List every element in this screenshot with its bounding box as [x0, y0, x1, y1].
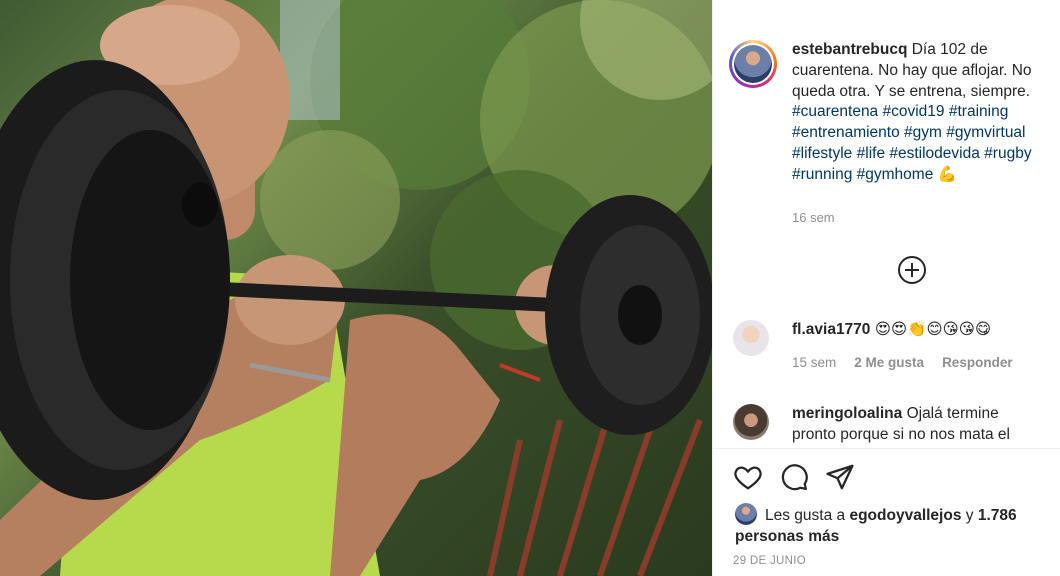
- likes-summary: Les gusta a egodoyvallejos y 1.786 perso…: [735, 503, 1055, 547]
- comment-body: fl.avia1770 😍😍👏😊😘😘😋: [792, 320, 1013, 341]
- commenter-username[interactable]: fl.avia1770: [792, 321, 870, 338]
- author-username[interactable]: estebantrebucq: [792, 41, 907, 58]
- commenter-avatar[interactable]: [733, 404, 769, 440]
- hashtag[interactable]: #cuarentena: [792, 103, 878, 120]
- hashtag[interactable]: #gym: [904, 124, 942, 141]
- hashtag[interactable]: #gymvirtual: [946, 124, 1025, 141]
- caption: estebantrebucq Día 102 de cuarentena. No…: [729, 40, 1059, 186]
- reply-button[interactable]: Responder: [942, 355, 1013, 370]
- author-avatar-image: [734, 45, 772, 83]
- liker-avatar[interactable]: [735, 503, 757, 525]
- hashtag[interactable]: #rugby: [984, 145, 1031, 162]
- comment-icon[interactable]: [779, 462, 809, 492]
- share-icon[interactable]: [825, 462, 855, 492]
- hashtag[interactable]: #gymhome: [857, 166, 934, 183]
- caption-timestamp[interactable]: 16 sem: [792, 210, 835, 225]
- commenter-username[interactable]: meringoloalina: [792, 405, 902, 422]
- post-date[interactable]: 29 DE JUNIO: [733, 555, 806, 567]
- liker-username[interactable]: egodoyvallejos: [849, 507, 961, 524]
- post-photo[interactable]: [0, 0, 712, 576]
- likes-prefix: Les gusta a: [765, 507, 846, 524]
- action-icons: [733, 462, 855, 492]
- hashtag[interactable]: #training: [949, 103, 1008, 120]
- comment-text: 😍😍👏😊😘😘😋: [874, 321, 991, 338]
- hashtag[interactable]: #covid19: [883, 103, 945, 120]
- comment-time[interactable]: 15 sem: [792, 355, 836, 370]
- post-actions: Les gusta a egodoyvallejos y 1.786 perso…: [713, 448, 1060, 576]
- hashtag[interactable]: #life: [857, 145, 885, 162]
- comment-likes[interactable]: 2 Me gusta: [854, 355, 924, 370]
- hashtag[interactable]: #running: [792, 166, 852, 183]
- workout-photo-illustration: [0, 0, 712, 576]
- comment: fl.avia1770 😍😍👏😊😘😘😋 15 sem 2 Me gusta Re…: [733, 320, 1053, 370]
- post-side-panel: estebantrebucq Día 102 de cuarentena. No…: [712, 0, 1060, 576]
- commenter-avatar[interactable]: [733, 320, 769, 356]
- likes-connector: y: [965, 507, 974, 524]
- plus-circle-icon[interactable]: [898, 256, 926, 284]
- heart-icon[interactable]: [733, 462, 763, 492]
- hashtag[interactable]: #entrenamiento: [792, 124, 900, 141]
- comment: meringoloalina Ojalá termine pronto porq…: [733, 404, 1053, 446]
- comment-meta: 15 sem 2 Me gusta Responder: [792, 355, 1013, 370]
- author-avatar[interactable]: [729, 40, 777, 88]
- instagram-post: estebantrebucq Día 102 de cuarentena. No…: [0, 0, 1060, 576]
- comment-body: meringoloalina Ojalá termine pronto porq…: [792, 404, 1042, 446]
- caption-text: estebantrebucq Día 102 de cuarentena. No…: [792, 40, 1059, 186]
- hashtag[interactable]: #estilodevida: [889, 145, 979, 162]
- hashtag[interactable]: #lifestyle: [792, 145, 852, 162]
- flexed-biceps-emoji: 💪: [937, 165, 957, 183]
